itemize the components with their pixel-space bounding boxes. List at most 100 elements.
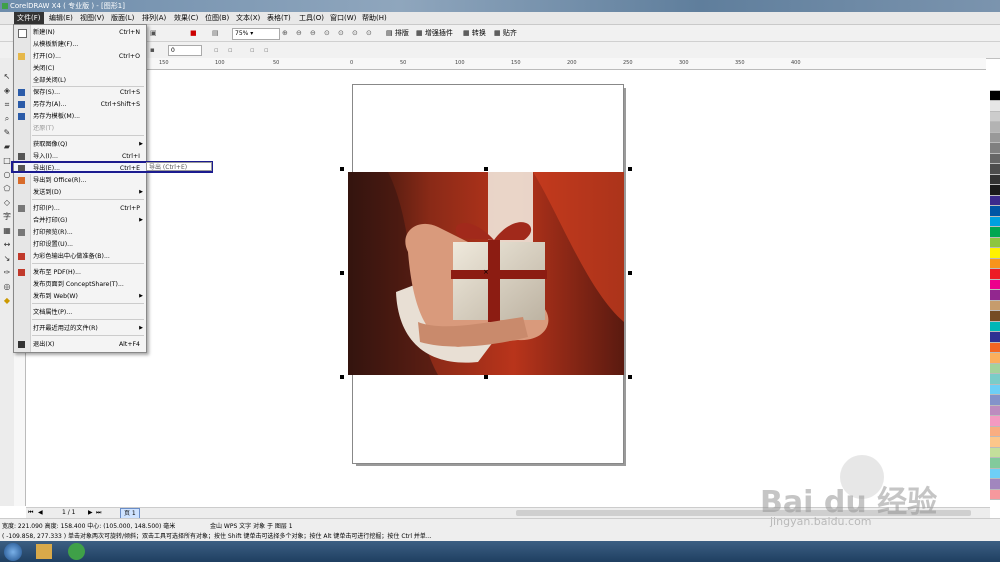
color-swatch[interactable] xyxy=(990,111,1000,122)
color-swatch[interactable] xyxy=(990,458,1000,469)
mirror-v-icon[interactable]: ▫ xyxy=(228,44,233,56)
group-icon[interactable]: ▫ xyxy=(250,44,255,56)
freehand-tool-icon[interactable]: ✎ xyxy=(2,128,12,138)
color-swatch[interactable] xyxy=(990,132,1000,143)
menu-view[interactable]: 视图(V) xyxy=(77,12,107,24)
menu-file[interactable]: 文件(F) xyxy=(14,12,44,24)
smart-fill-icon[interactable]: ▰ xyxy=(2,142,12,152)
color-swatch[interactable] xyxy=(990,311,1000,322)
menu-layout[interactable]: 版面(L) xyxy=(108,12,137,24)
selection-handle[interactable] xyxy=(628,375,632,379)
color-swatch[interactable] xyxy=(990,153,1000,164)
layout-button[interactable]: ▤ 排版 xyxy=(386,27,409,39)
menu-item-print-preview[interactable]: 打印预览(R)... xyxy=(14,227,146,238)
menu-item-recent-files[interactable]: 打开最近用过的文件(R) ▶ xyxy=(14,323,146,334)
next-page-icon[interactable]: ▶ xyxy=(88,509,93,516)
menu-item-publish-web[interactable]: 发布到 Web(W) ▶ xyxy=(14,291,146,302)
publish-icon[interactable]: ■ xyxy=(190,27,197,39)
color-swatch[interactable] xyxy=(990,185,1000,196)
color-swatch[interactable] xyxy=(990,374,1000,385)
color-swatch[interactable] xyxy=(990,90,1000,101)
zoom-page-icon[interactable]: ⊙ xyxy=(338,27,344,39)
menu-item-send-to[interactable]: 发送到(D) ▶ xyxy=(14,187,146,198)
color-swatch[interactable] xyxy=(990,279,1000,290)
color-swatch[interactable] xyxy=(990,437,1000,448)
zoom-selection-icon[interactable]: ⊙ xyxy=(324,27,330,39)
menu-effects[interactable]: 效果(C) xyxy=(171,12,201,24)
zoom-height-icon[interactable]: ⊙ xyxy=(366,27,372,39)
launcher-icon[interactable]: ▤ xyxy=(212,27,219,39)
color-swatch[interactable] xyxy=(990,395,1000,406)
color-swatch[interactable] xyxy=(990,416,1000,427)
menu-item-save-as[interactable]: 另存为(A)... Ctrl+Shift+S xyxy=(14,99,146,110)
menu-item-save[interactable]: 保存(S)... Ctrl+S xyxy=(14,87,146,98)
color-swatch[interactable] xyxy=(990,258,1000,269)
menu-item-close-all[interactable]: 全部关闭(L) xyxy=(14,75,146,86)
menu-item-export-office[interactable]: 导出到 Office(R)... xyxy=(14,175,146,186)
color-swatch[interactable] xyxy=(990,80,1000,91)
color-swatch[interactable] xyxy=(990,206,1000,217)
zoom-level-select[interactable]: 75% ▾ xyxy=(232,28,280,40)
outline-tool-icon[interactable]: ◎ xyxy=(2,282,12,292)
color-swatch[interactable] xyxy=(990,447,1000,458)
lock-icon[interactable]: ▪ xyxy=(150,44,155,56)
menu-item-print[interactable]: 打印(P)... Ctrl+P xyxy=(14,203,146,214)
color-swatch[interactable] xyxy=(990,164,1000,175)
text-tool-icon[interactable]: 字 xyxy=(2,212,12,222)
explorer-taskbar-icon[interactable] xyxy=(36,544,52,559)
menu-help[interactable]: 帮助(H) xyxy=(359,12,390,24)
color-swatch[interactable] xyxy=(990,342,1000,353)
menu-edit[interactable]: 编辑(E) xyxy=(46,12,76,24)
connector-tool-icon[interactable]: ↘ xyxy=(2,254,12,264)
color-swatch[interactable] xyxy=(990,101,1000,112)
color-palette[interactable] xyxy=(990,80,1000,500)
zoom-in-icon[interactable]: ⊕ xyxy=(282,27,288,39)
color-swatch[interactable] xyxy=(990,426,1000,437)
table-tool-icon[interactable]: ▦ xyxy=(2,226,12,236)
color-swatch[interactable] xyxy=(990,384,1000,395)
basic-shapes-icon[interactable]: ◇ xyxy=(2,198,12,208)
ungroup-icon[interactable]: ▫ xyxy=(264,44,269,56)
selection-handle[interactable] xyxy=(340,375,344,379)
start-button[interactable] xyxy=(4,543,22,561)
color-swatch[interactable] xyxy=(990,353,1000,364)
color-swatch[interactable] xyxy=(990,405,1000,416)
zoom-width-icon[interactable]: ⊙ xyxy=(352,27,358,39)
selection-handle[interactable] xyxy=(628,271,632,275)
pick-tool-icon[interactable]: ↖ xyxy=(2,72,12,82)
dimension-tool-icon[interactable]: ↔ xyxy=(2,240,12,250)
last-page-icon[interactable]: ⏭ xyxy=(96,509,101,517)
color-swatch[interactable] xyxy=(990,216,1000,227)
color-swatch[interactable] xyxy=(990,269,1000,280)
paste-button[interactable]: ▦ 贴齐 xyxy=(494,27,517,39)
zoom-tool-icon[interactable]: ⌕ xyxy=(2,114,12,124)
menu-item-prepare-output[interactable]: 为彩色输出中心做准备(B)... xyxy=(14,251,146,262)
menu-item-acquire-image[interactable]: 获取图像(Q) ▶ xyxy=(14,139,146,150)
shape-tool-icon[interactable]: ◈ xyxy=(2,86,12,96)
selection-handle[interactable] xyxy=(484,167,488,171)
selection-handle[interactable] xyxy=(340,167,344,171)
color-swatch[interactable] xyxy=(990,479,1000,490)
color-swatch[interactable] xyxy=(990,237,1000,248)
convert-button[interactable]: ▦ 转换 xyxy=(463,27,486,39)
menu-item-document-properties[interactable]: 文档属性(P)... xyxy=(14,307,146,318)
menu-arrange[interactable]: 排列(A) xyxy=(139,12,169,24)
fill-tool-icon[interactable]: ◆ xyxy=(2,296,12,306)
selection-handle[interactable] xyxy=(340,271,344,275)
mirror-h-icon[interactable]: ▫ xyxy=(214,44,219,56)
menu-item-new-from-template[interactable]: 从模板新建(F)... xyxy=(14,39,146,50)
color-swatch[interactable] xyxy=(990,300,1000,311)
menu-item-print-merge[interactable]: 合并打印(G) ▶ xyxy=(14,215,146,226)
coreldraw-taskbar-icon[interactable] xyxy=(68,543,85,560)
menu-window[interactable]: 窗口(W) xyxy=(327,12,359,24)
first-page-icon[interactable]: ⏮ xyxy=(28,509,33,517)
print-icon[interactable]: ▣ xyxy=(150,27,157,39)
menu-item-exit[interactable]: 退出(X) Alt+F4 xyxy=(14,339,146,350)
menu-table[interactable]: 表格(T) xyxy=(264,12,294,24)
prev-page-icon[interactable]: ◀ xyxy=(38,509,43,516)
color-swatch[interactable] xyxy=(990,363,1000,374)
menu-text[interactable]: 文本(X) xyxy=(233,12,263,24)
color-swatch[interactable] xyxy=(990,122,1000,133)
zoom-fit-icon[interactable]: ⊖ xyxy=(310,27,316,39)
horizontal-ruler[interactable]: 150 100 50 0 50 100 150 200 250 300 350 … xyxy=(14,58,986,70)
